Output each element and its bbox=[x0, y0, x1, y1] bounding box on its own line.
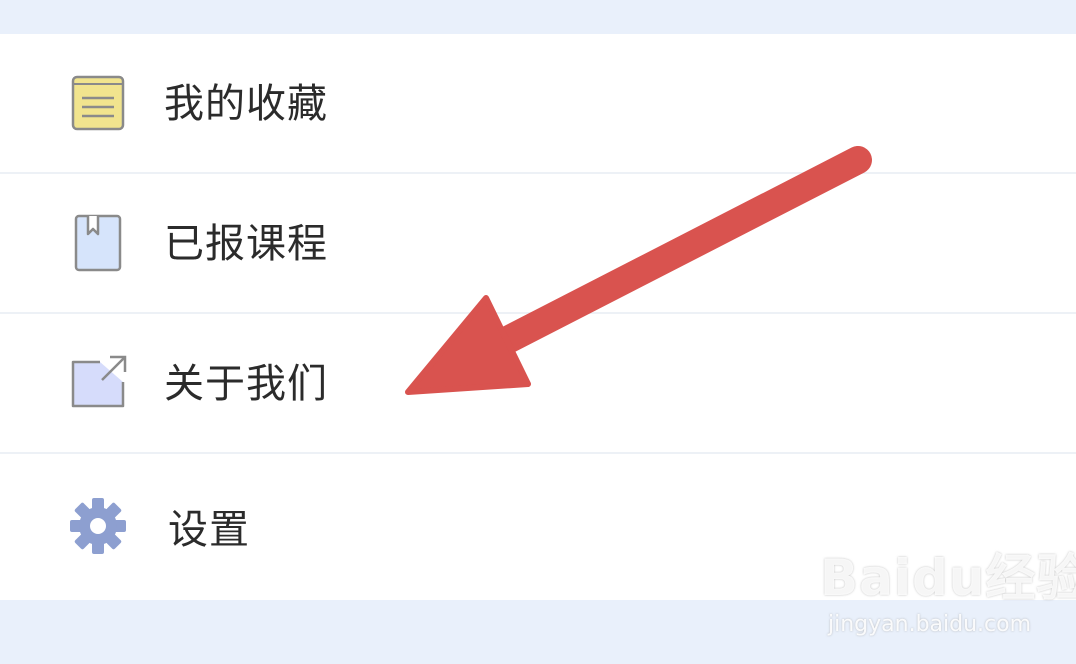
menu-item-label: 设置 bbox=[168, 507, 250, 553]
notepad-icon bbox=[68, 72, 128, 132]
menu-list: 我的收藏 已报课程 关于我们 设置 bbox=[0, 34, 1076, 600]
menu-item-about-us[interactable]: 关于我们 bbox=[0, 314, 1076, 454]
menu-item-label: 关于我们 bbox=[164, 361, 328, 407]
gear-icon bbox=[68, 496, 128, 556]
menu-item-label: 已报课程 bbox=[164, 221, 328, 267]
watermark-url: jingyan.baidu.com bbox=[828, 612, 1032, 637]
bookmark-book-icon bbox=[68, 212, 128, 272]
menu-item-favorites[interactable]: 我的收藏 bbox=[0, 34, 1076, 174]
menu-item-enrolled-courses[interactable]: 已报课程 bbox=[0, 174, 1076, 314]
watermark-logo: Baidu经验 bbox=[820, 549, 1076, 607]
baidu-jingyan-watermark: Baidu经验 jingyan.baidu.com bbox=[820, 548, 1076, 648]
menu-item-label: 我的收藏 bbox=[164, 81, 328, 127]
top-spacer bbox=[0, 0, 1076, 34]
external-link-icon bbox=[68, 352, 128, 412]
